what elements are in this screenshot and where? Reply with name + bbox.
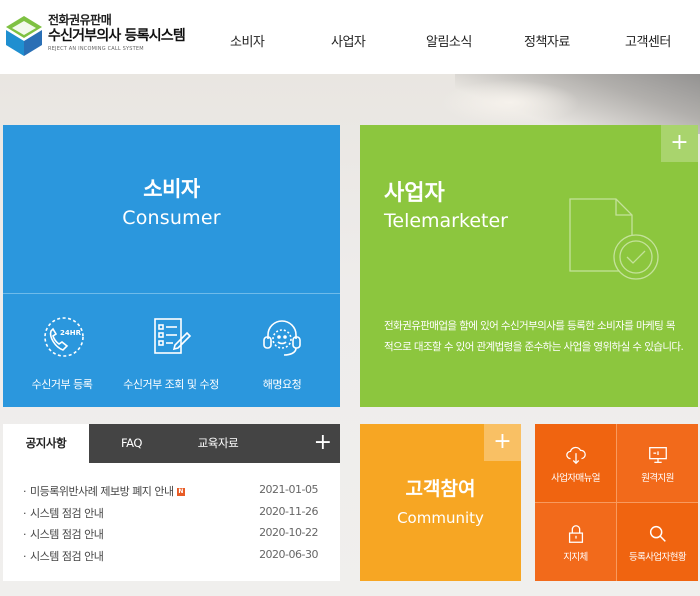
quick-menu: 사업자매뉴얼 원격지원 지지체 등록사업자현황 [535, 424, 698, 581]
notice-item-title[interactable]: 시스템 점검 안내 [23, 526, 104, 542]
logo-text[interactable]: 전화권유판매 수신거부의사 등록시스템 REJECT AN INCOMING C… [48, 13, 186, 53]
service-register-label: 수신거부 등록 [31, 378, 93, 391]
notice-tabbar: 공지사항 FAQ 교육자료 + [3, 424, 340, 463]
logo-line1: 전화권유판매 [48, 13, 112, 27]
service-register[interactable]: 24HR 수신거부 등록 [7, 315, 117, 392]
nav-policy[interactable]: 정책자료 [524, 31, 570, 50]
logo-line3: REJECT AN INCOMING CALL SYSTEM [48, 46, 144, 52]
list-item: 시스템 점검 안내 2020-10-22 [3, 523, 340, 545]
hero-decoration-highlight [440, 80, 580, 125]
business-subtitle: Telemarketer [384, 210, 508, 232]
consumer-divider [3, 293, 340, 294]
quick-registered-status[interactable]: 등록사업자현황 [617, 503, 698, 581]
notice-list: 미등록위반사례 제보방 폐지 안내N 2021-01-05 시스템 점검 안내 … [3, 480, 340, 566]
consumer-panel: 소비자 Consumer 24HR 수신거부 등록 수신거부 조회 및 수정 해… [3, 125, 340, 407]
tab-notice[interactable]: 공지사항 [3, 424, 89, 463]
service-explanation[interactable]: 해명요청 [227, 315, 337, 392]
quick-business-manual-label: 사업자매뉴얼 [551, 473, 600, 484]
tab-faq[interactable]: FAQ [89, 424, 174, 463]
notice-item-title-text: 미등록위반사례 제보방 폐지 안내 [30, 485, 174, 498]
document-check-icon [569, 198, 659, 280]
quick-local-gov[interactable]: 지지체 [535, 503, 616, 581]
consumer-title[interactable]: 소비자 [3, 173, 340, 203]
new-badge: N [176, 488, 185, 496]
service-explanation-label: 해명요청 [262, 378, 302, 391]
notice-item-title[interactable]: 미등록위반사례 제보방 폐지 안내N [23, 483, 185, 499]
nav-consumer[interactable]: 소비자 [230, 31, 265, 50]
phone-24hr-icon: 24HR [44, 317, 84, 357]
notice-item-date: 2020-11-26 [259, 504, 318, 518]
notice-panel: 공지사항 FAQ 교육자료 + 미등록위반사례 제보방 폐지 안내N 2021-… [3, 424, 340, 581]
community-title: 고객참여 [405, 478, 476, 500]
consumer-subtitle[interactable]: Consumer [3, 207, 340, 229]
notice-item-date: 2020-10-22 [259, 526, 318, 539]
monitor-icon [648, 447, 667, 463]
notice-item-title[interactable]: 시스템 점검 안내 [23, 505, 104, 521]
notice-item-date: 2020-06-30 [259, 547, 318, 561]
list-item: 시스템 점검 안내 2020-06-30 [3, 545, 340, 567]
logo-line2: 수신거부의사 등록시스템 [48, 28, 186, 44]
list-item: 미등록위반사례 제보방 폐지 안내N 2021-01-05 [3, 480, 340, 502]
tab-education[interactable]: 교육자료 [174, 424, 262, 463]
checklist-edit-icon [154, 318, 192, 354]
nav-news[interactable]: 알림소식 [426, 31, 472, 50]
list-item: 시스템 점검 안내 2020-11-26 [3, 502, 340, 524]
magnifier-icon [649, 525, 666, 542]
business-more-button[interactable]: + [661, 125, 698, 162]
service-lookup-label: 수신거부 조회 및 수정 [123, 378, 219, 391]
community-subtitle: Community [397, 509, 484, 527]
lock-icon [568, 525, 583, 543]
quick-remote-support[interactable]: 원격지원 [617, 424, 698, 502]
cloud-download-icon [565, 446, 586, 465]
quick-local-gov-label: 지지체 [563, 552, 588, 563]
svg-text:24HR: 24HR [60, 329, 82, 337]
nav-support[interactable]: 고객센터 [625, 31, 671, 50]
quick-divider-horizontal [535, 502, 698, 503]
logo-icon[interactable] [4, 14, 44, 58]
business-description: 전화권유판매업을 함에 있어 수신거부의사를 등록한 소비자를 마케팅 목적으로… [384, 320, 684, 353]
business-panel[interactable]: + 사업자 Telemarketer 전화권유판매업을 함에 있어 수신거부의사… [360, 125, 698, 407]
notice-item-date: 2021-01-05 [259, 483, 318, 496]
quick-business-manual[interactable]: 사업자매뉴얼 [535, 424, 616, 502]
business-title: 사업자 [384, 181, 445, 206]
notice-item-title[interactable]: 시스템 점검 안내 [23, 548, 104, 564]
site-header: 전화권유판매 수신거부의사 등록시스템 REJECT AN INCOMING C… [0, 0, 700, 74]
quick-remote-support-label: 원격지원 [641, 473, 674, 484]
notice-more-button[interactable]: + [314, 424, 332, 463]
nav-business[interactable]: 사업자 [331, 31, 366, 50]
headset-icon [263, 320, 301, 356]
service-lookup[interactable]: 수신거부 조회 및 수정 [116, 315, 226, 392]
community-more-button[interactable]: + [484, 424, 521, 461]
community-panel[interactable]: + 고객참여 Community [360, 424, 521, 581]
quick-registered-status-label: 등록사업자현황 [629, 552, 687, 563]
